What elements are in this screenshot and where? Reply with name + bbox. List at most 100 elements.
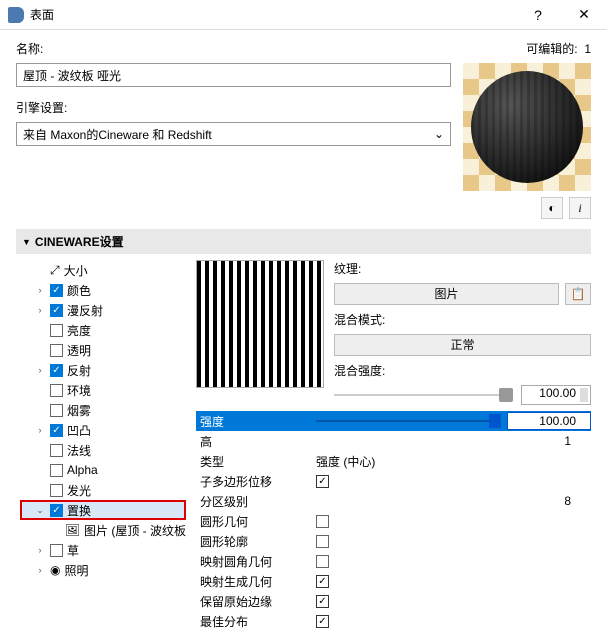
tree-item[interactable]: 发光 — [22, 480, 186, 500]
checkbox[interactable] — [50, 324, 63, 337]
prop-value: 1 — [316, 434, 591, 448]
tree-item[interactable]: 法线 — [22, 440, 186, 460]
checkbox[interactable] — [50, 344, 63, 357]
prop-value: 强度 (中心) — [316, 453, 375, 470]
checkbox[interactable]: ✓ — [50, 284, 63, 297]
property-row[interactable]: 分区级别8 — [196, 491, 591, 511]
prop-name: 高 — [196, 433, 316, 450]
texture-preview — [196, 260, 324, 388]
name-input[interactable] — [16, 63, 451, 87]
tree-label: 发光 — [67, 482, 91, 499]
expand-icon[interactable]: › — [34, 285, 46, 295]
prop-checkbox[interactable] — [316, 535, 329, 548]
tree-label: 草 — [67, 542, 79, 559]
expand-icon[interactable]: › — [34, 365, 46, 375]
tree-item[interactable]: ›✓凹凸 — [22, 420, 186, 440]
tree-label: 反射 — [67, 362, 91, 379]
blend-mode-button[interactable]: 正常 — [334, 334, 591, 356]
prop-checkbox[interactable]: ✓ — [316, 475, 329, 488]
prop-name: 映射生成几何 — [196, 573, 316, 590]
tree-label: 法线 — [67, 442, 91, 459]
property-row[interactable]: 强度 — [196, 411, 591, 431]
tree-item[interactable]: › ✓ 漫反射 — [22, 300, 186, 320]
blend-strength-slider[interactable] — [334, 388, 513, 402]
checkbox[interactable] — [50, 404, 63, 417]
prop-checkbox[interactable]: ✓ — [316, 575, 329, 588]
checkbox[interactable]: ✓ — [50, 364, 63, 377]
window-title: 表面 — [30, 6, 515, 23]
checkbox[interactable] — [50, 484, 63, 497]
expand-icon[interactable]: ⌄ — [34, 505, 46, 516]
expand-icon[interactable]: › — [34, 425, 46, 435]
close-button[interactable]: ✕ — [561, 0, 607, 30]
expand-icon[interactable]: › — [34, 305, 46, 315]
tree-item[interactable]: 烟雾 — [22, 400, 186, 420]
checkbox[interactable] — [50, 464, 63, 477]
prop-name: 保留原始边缘 — [196, 593, 316, 610]
property-row[interactable]: 映射生成几何✓ — [196, 571, 591, 591]
strength-slider[interactable] — [316, 414, 501, 428]
texture-button[interactable]: 图片 — [334, 283, 559, 305]
checkbox[interactable] — [50, 384, 63, 397]
tree-item[interactable]: 亮度 — [22, 320, 186, 340]
tree-item[interactable]: ⤢大小 — [22, 260, 186, 280]
prop-name: 分区级别 — [196, 493, 316, 510]
editable-label: 可编辑的: 1 — [526, 40, 591, 57]
texture-browse-icon[interactable]: 📋 — [565, 283, 591, 305]
prop-name: 子多边形位移 — [196, 473, 316, 490]
channel-tree: ⤢大小›✓颜色›✓漫反射亮度透明›✓反射环境烟雾›✓凹凸法线Alpha发光⌄✓置… — [16, 260, 186, 631]
prop-name: 圆形轮廓 — [196, 533, 316, 550]
checkbox[interactable] — [50, 444, 63, 457]
prop-value: 8 — [316, 494, 591, 508]
tree-item[interactable]: Alpha — [22, 460, 186, 480]
property-row[interactable]: 最佳分布✓ — [196, 611, 591, 631]
name-label: 名称: — [16, 40, 43, 57]
engine-select[interactable]: 来自 Maxon的Cineware 和 Redshift⌄ — [16, 122, 451, 146]
tree-item[interactable]: › ✓ 反射 — [22, 360, 186, 380]
info-button[interactable]: i — [569, 197, 591, 219]
prop-name: 圆形几何 — [196, 513, 316, 530]
property-row[interactable]: 高1 — [196, 431, 591, 451]
tree-label: 烟雾 — [67, 402, 91, 419]
blend-mode-label: 混合模式: — [334, 311, 394, 328]
row-icon: 🖼 — [65, 523, 80, 537]
cineware-icon[interactable]: ◐ — [541, 197, 563, 219]
prop-checkbox[interactable] — [316, 515, 329, 528]
row-icon: ⤢ — [50, 263, 60, 278]
property-row[interactable]: 类型强度 (中心) — [196, 451, 591, 471]
strength-input[interactable] — [507, 412, 591, 430]
app-icon — [8, 7, 24, 23]
tree-label: 亮度 — [67, 322, 91, 339]
property-row[interactable]: 圆形轮廓 — [196, 531, 591, 551]
prop-checkbox[interactable] — [316, 555, 329, 568]
prop-checkbox[interactable]: ✓ — [316, 615, 329, 628]
expand-icon[interactable]: › — [34, 545, 46, 555]
property-row[interactable]: 保留原始边缘✓ — [196, 591, 591, 611]
help-button[interactable]: ? — [515, 0, 561, 30]
property-row[interactable]: 子多边形位移✓ — [196, 471, 591, 491]
tree-label: 透明 — [67, 342, 91, 359]
expand-icon[interactable]: › — [34, 565, 46, 575]
checkbox[interactable]: ✓ — [50, 504, 63, 517]
panel-header-cineware[interactable]: CINEWARE设置 — [16, 229, 591, 254]
checkbox[interactable] — [50, 544, 63, 557]
tree-label: 环境 — [67, 382, 91, 399]
tree-item[interactable]: 🖼图片 (屋顶 - 波纹板 — [22, 520, 186, 540]
tree-label: 置换 — [67, 502, 91, 519]
prop-name: 映射圆角几何 — [196, 553, 316, 570]
titlebar: 表面 ? ✕ — [0, 0, 607, 30]
tree-item[interactable]: ›草 — [22, 540, 186, 560]
tree-item[interactable]: 透明 — [22, 340, 186, 360]
tree-item[interactable]: 环境 — [22, 380, 186, 400]
tree-item[interactable]: ›◉照明 — [22, 560, 186, 580]
prop-checkbox[interactable]: ✓ — [316, 595, 329, 608]
checkbox[interactable]: ✓ — [50, 424, 63, 437]
property-row[interactable]: 圆形几何 — [196, 511, 591, 531]
tree-item[interactable]: ›✓颜色 — [22, 280, 186, 300]
property-row[interactable]: 映射圆角几何 — [196, 551, 591, 571]
checkbox[interactable]: ✓ — [50, 304, 63, 317]
engine-label: 引擎设置: — [16, 99, 451, 116]
blend-strength-value[interactable]: 100.00 — [521, 385, 591, 405]
tree-label: 漫反射 — [67, 302, 103, 319]
tree-item[interactable]: ⌄ ✓ 置换 — [20, 500, 186, 520]
